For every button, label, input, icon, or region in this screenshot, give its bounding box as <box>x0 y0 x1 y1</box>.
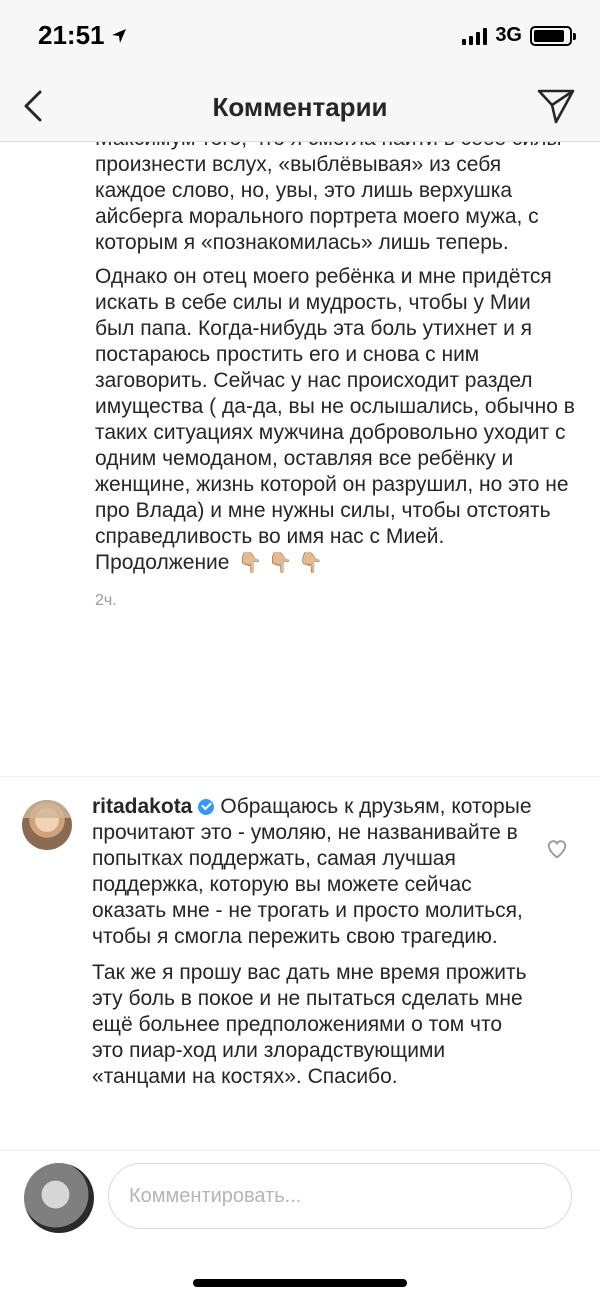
comment-text: ritadakota Обращаюсь к друзьям, которые п… <box>92 794 532 1100</box>
pointing-down-emoji: 👇🏼 👇🏼 👇🏼 <box>237 552 324 574</box>
status-time: 21:51 <box>38 20 127 51</box>
comment-paragraph: Максимум того, что я смогла найти в себе… <box>95 142 562 254</box>
avatar <box>24 1163 94 1233</box>
comment-paragraph: Так же я прошу вас дать мне время прожит… <box>92 961 527 1088</box>
comment-input[interactable] <box>108 1163 572 1229</box>
avatar[interactable] <box>22 800 72 850</box>
battery-icon <box>530 25 576 46</box>
location-arrow-icon <box>111 28 126 43</box>
signal-icon <box>462 27 488 45</box>
comment-paragraph: ritadakota Обращаюсь к друзьям, которые п… <box>92 794 532 950</box>
comment-composer <box>0 1150 600 1299</box>
page-title: Комментарии <box>212 92 388 122</box>
heart-icon[interactable] <box>546 838 568 860</box>
comment-paragraph-text: Однако он отец моего ребёнка и мне придё… <box>95 265 575 574</box>
username-link[interactable]: ritadakota <box>92 795 192 818</box>
clock-text: 21:51 <box>38 20 105 50</box>
nav-bar: Комментарии <box>0 72 600 142</box>
network-type: 3G <box>495 24 522 46</box>
status-indicators: 3G <box>462 24 576 47</box>
verified-badge-icon <box>198 799 215 815</box>
comments-list[interactable]: Максимум того, что я смогла найти в себе… <box>0 142 600 1150</box>
status-bar: 21:51 3G <box>0 0 600 72</box>
home-indicator[interactable] <box>193 1279 407 1287</box>
divider <box>0 776 600 777</box>
paper-plane-icon[interactable] <box>536 86 576 126</box>
comment-previous: Максимум того, что я смогла найти в себе… <box>95 142 575 610</box>
comment-paragraph: Однако он отец моего ребёнка и мне придё… <box>95 264 575 576</box>
comment-timestamp: 2ч. <box>95 592 117 609</box>
comment-text: Максимум того, что я смогла найти в себе… <box>95 142 575 576</box>
